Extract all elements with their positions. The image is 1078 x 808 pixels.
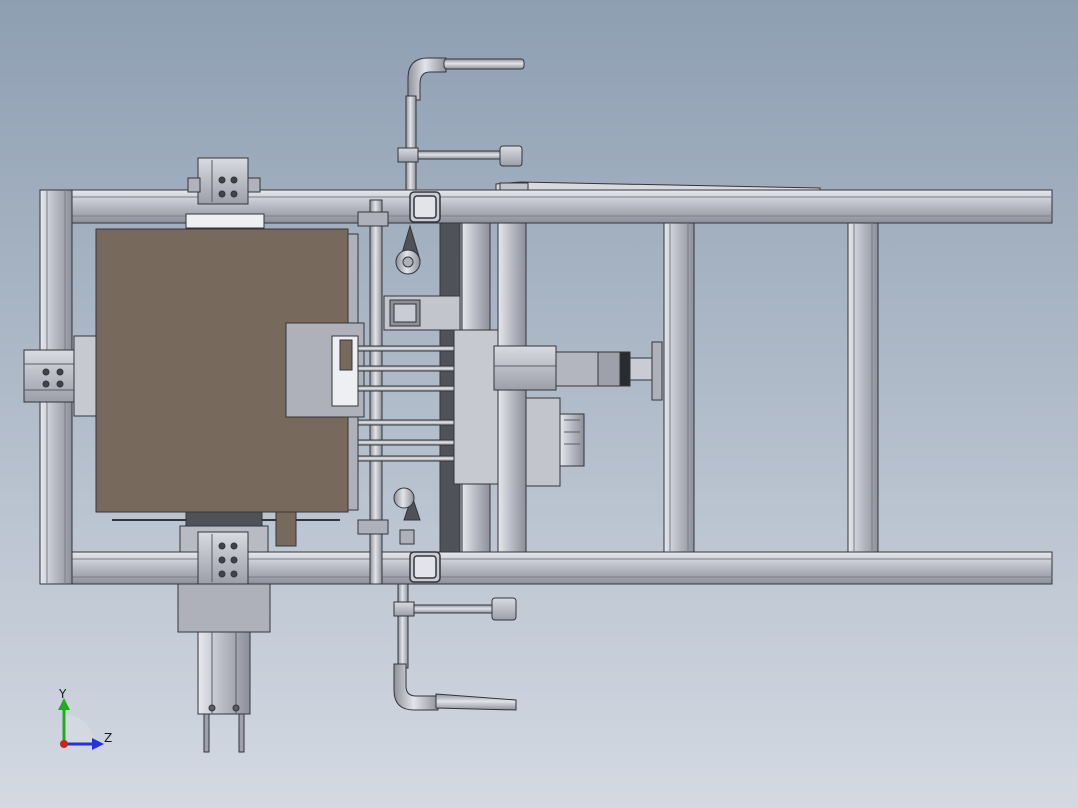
z-axis-label: Z — [104, 731, 112, 745]
upper-clamp-block — [397, 147, 419, 163]
bottom-rail — [39, 551, 1053, 585]
cross-member-4 — [847, 222, 879, 553]
cad-viewport[interactable]: Y Z — [0, 0, 1078, 808]
y-axis-label: Y — [58, 687, 67, 701]
upper-handle-grip — [443, 58, 525, 70]
cross-member-3 — [663, 222, 695, 553]
upper-clamp-rod — [417, 150, 503, 160]
upper-clamp-knob — [499, 145, 523, 167]
